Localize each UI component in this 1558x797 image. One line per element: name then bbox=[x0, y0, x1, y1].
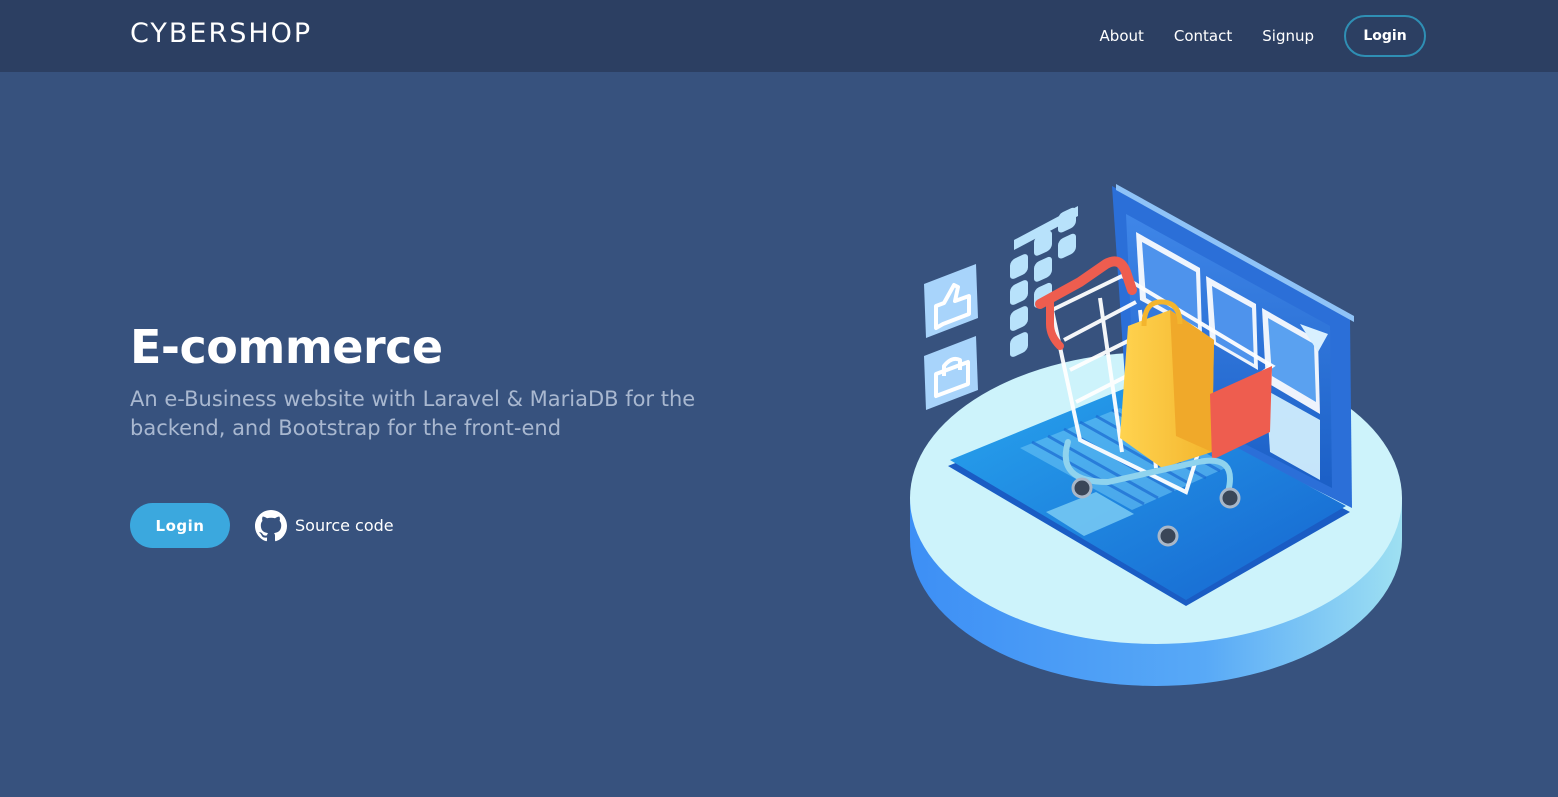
nav-login-button[interactable]: Login bbox=[1344, 15, 1426, 57]
hero-actions: Login Source code bbox=[130, 503, 394, 548]
hero-subtitle: An e-Business website with Laravel & Mar… bbox=[130, 387, 696, 440]
nav-links: About Contact Signup Login bbox=[1070, 0, 1426, 72]
source-code-link[interactable]: Source code bbox=[255, 509, 394, 542]
source-code-label: Source code bbox=[295, 516, 394, 535]
nav-link-contact[interactable]: Contact bbox=[1174, 27, 1232, 45]
hero-login-button[interactable]: Login bbox=[130, 503, 230, 548]
github-icon bbox=[255, 509, 287, 542]
laptop-shopping-cart-illustration bbox=[900, 180, 1420, 700]
nav-link-signup[interactable]: Signup bbox=[1262, 27, 1314, 45]
nav-link-about[interactable]: About bbox=[1100, 27, 1144, 45]
top-navbar: CYBERSHOP About Contact Signup Login bbox=[0, 0, 1558, 72]
brand-logo[interactable]: CYBERSHOP bbox=[130, 17, 312, 51]
hero-title: E-commerce bbox=[130, 320, 443, 374]
